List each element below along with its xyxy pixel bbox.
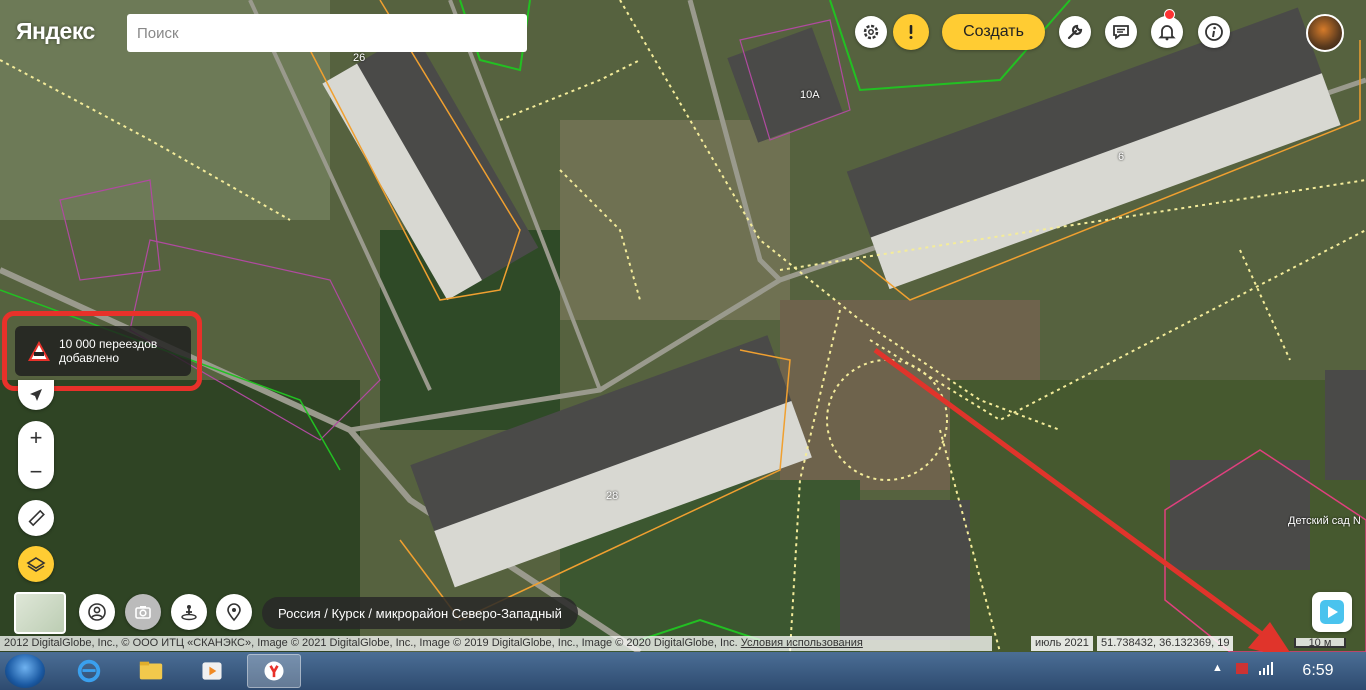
imagery-date: июль 2021	[1031, 636, 1093, 651]
create-button[interactable]: Создать	[942, 14, 1045, 50]
bell-icon	[1158, 25, 1176, 41]
taskbar-explorer[interactable]	[124, 654, 178, 688]
feedback-icon	[1113, 25, 1129, 40]
folder-icon	[139, 661, 163, 680]
map-type-thumbnail[interactable]	[14, 592, 66, 634]
notifications-button[interactable]	[1151, 16, 1183, 48]
pin-button[interactable]	[216, 594, 252, 630]
tray-antivirus-icon	[1236, 663, 1248, 674]
zoom-out-button[interactable]: −	[18, 455, 54, 489]
play-icon	[1320, 600, 1344, 624]
settings-button[interactable]	[855, 16, 887, 48]
zoom-in-button[interactable]: +	[18, 421, 54, 455]
taskbar-media[interactable]	[185, 654, 239, 688]
terms-link[interactable]: Условия использования	[741, 637, 863, 649]
tray-network-icon[interactable]	[1258, 660, 1274, 679]
feedback-button[interactable]	[1105, 16, 1137, 48]
panorama-icon	[181, 605, 197, 621]
person-icon	[88, 603, 106, 621]
building-label[interactable]: 28	[606, 490, 618, 502]
media-player-icon	[202, 662, 222, 680]
signal-icon	[1259, 662, 1273, 675]
zoom-control: + −	[18, 421, 54, 489]
highlight-frame	[2, 311, 202, 391]
yandex-logo[interactable]: Яндекс	[16, 18, 95, 45]
panorama-button[interactable]	[171, 594, 207, 630]
layers-button[interactable]	[18, 546, 54, 582]
ie-icon	[77, 659, 101, 683]
building-label[interactable]: 6	[1118, 151, 1124, 163]
location-arrow-icon	[30, 389, 42, 401]
photo-button[interactable]	[125, 594, 161, 630]
taskbar-clock[interactable]: 6:59	[1288, 652, 1348, 690]
alert-icon	[909, 25, 913, 39]
poi-kindergarten[interactable]: Детский сад N	[1288, 515, 1361, 527]
map-imagery	[0, 0, 1366, 652]
satellite-map[interactable]	[0, 0, 1366, 652]
building-label[interactable]: 10А	[800, 89, 820, 101]
alert-button[interactable]	[893, 14, 929, 50]
building-label[interactable]: 26	[353, 52, 365, 64]
layers-icon	[26, 557, 46, 572]
ruler-icon	[28, 509, 45, 527]
info-icon	[1205, 23, 1223, 41]
user-avatar[interactable]	[1306, 14, 1344, 52]
scale-label: 10 м	[1308, 637, 1332, 649]
start-button[interactable]	[5, 654, 45, 688]
coordinates-readout[interactable]: 51.738432, 36.132369, 19	[1097, 636, 1234, 651]
info-button[interactable]	[1198, 16, 1230, 48]
pin-icon	[227, 603, 241, 622]
notification-dot	[1164, 9, 1175, 20]
wrench-icon	[1067, 24, 1083, 40]
camera-icon	[135, 606, 151, 619]
profile-button[interactable]	[79, 594, 115, 630]
taskbar-ie[interactable]	[62, 654, 116, 688]
tray-app-icon[interactable]	[1234, 660, 1250, 679]
copyright-bar: 2012 DigitalGlobe, Inc., © ООО ИТЦ «СКАН…	[0, 636, 992, 651]
tray-expand-icon[interactable]: ▲	[1212, 662, 1223, 674]
gear-icon	[863, 24, 879, 40]
ruler-button[interactable]	[18, 500, 54, 536]
media-button[interactable]	[1312, 592, 1352, 632]
search-input[interactable]	[127, 14, 527, 52]
tools-button[interactable]	[1059, 16, 1091, 48]
yandex-browser-icon	[264, 661, 284, 681]
breadcrumb[interactable]: Россия / Курск / микрорайон Северо-Запад…	[262, 597, 578, 629]
copyright-text: 2012 DigitalGlobe, Inc., © ООО ИТЦ «СКАН…	[4, 637, 738, 649]
taskbar-yandex-browser[interactable]	[247, 654, 301, 688]
